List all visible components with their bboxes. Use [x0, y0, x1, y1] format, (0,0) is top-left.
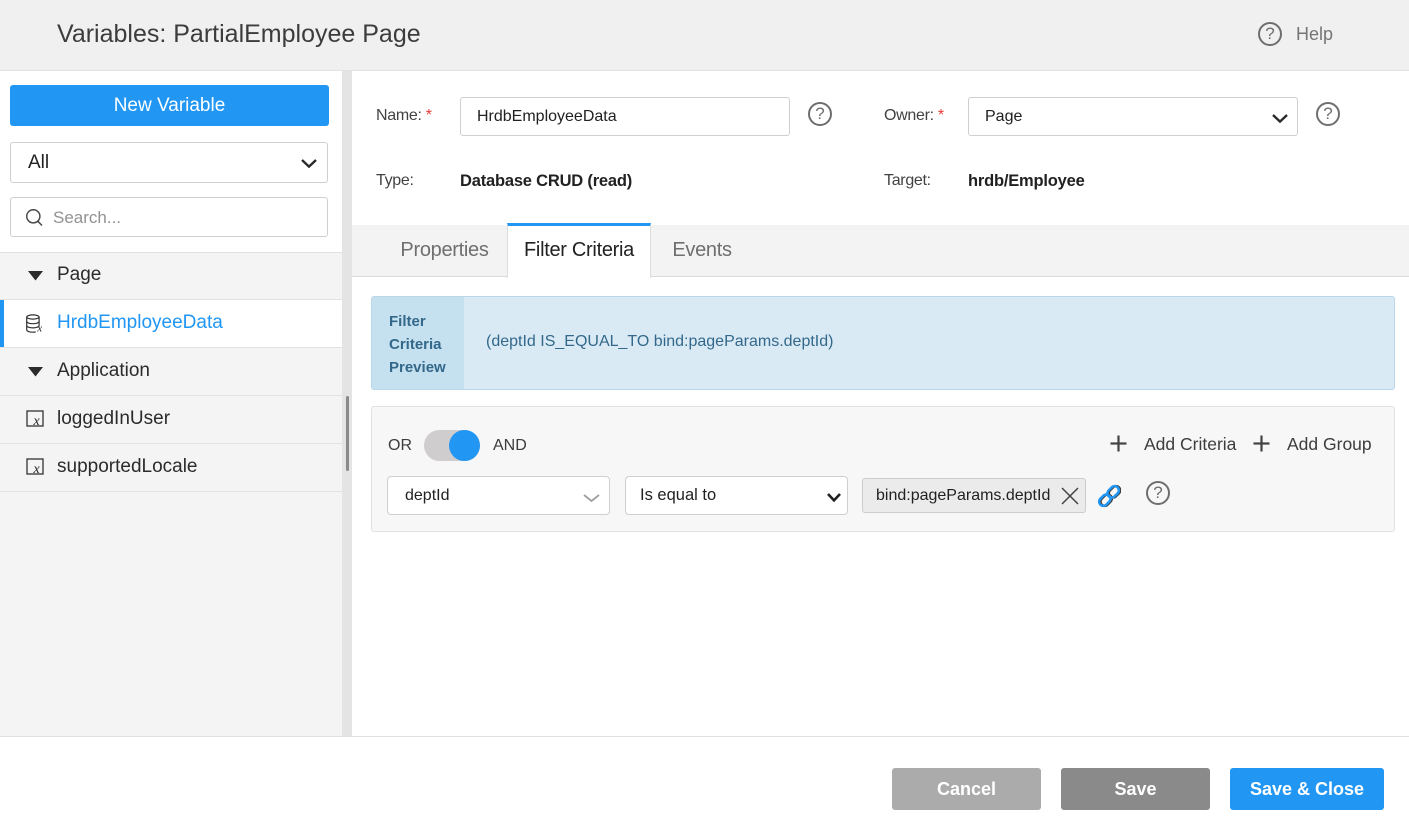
svg-text:x: x — [33, 462, 41, 476]
svg-text:x: x — [36, 322, 42, 334]
svg-text:x: x — [33, 414, 41, 428]
